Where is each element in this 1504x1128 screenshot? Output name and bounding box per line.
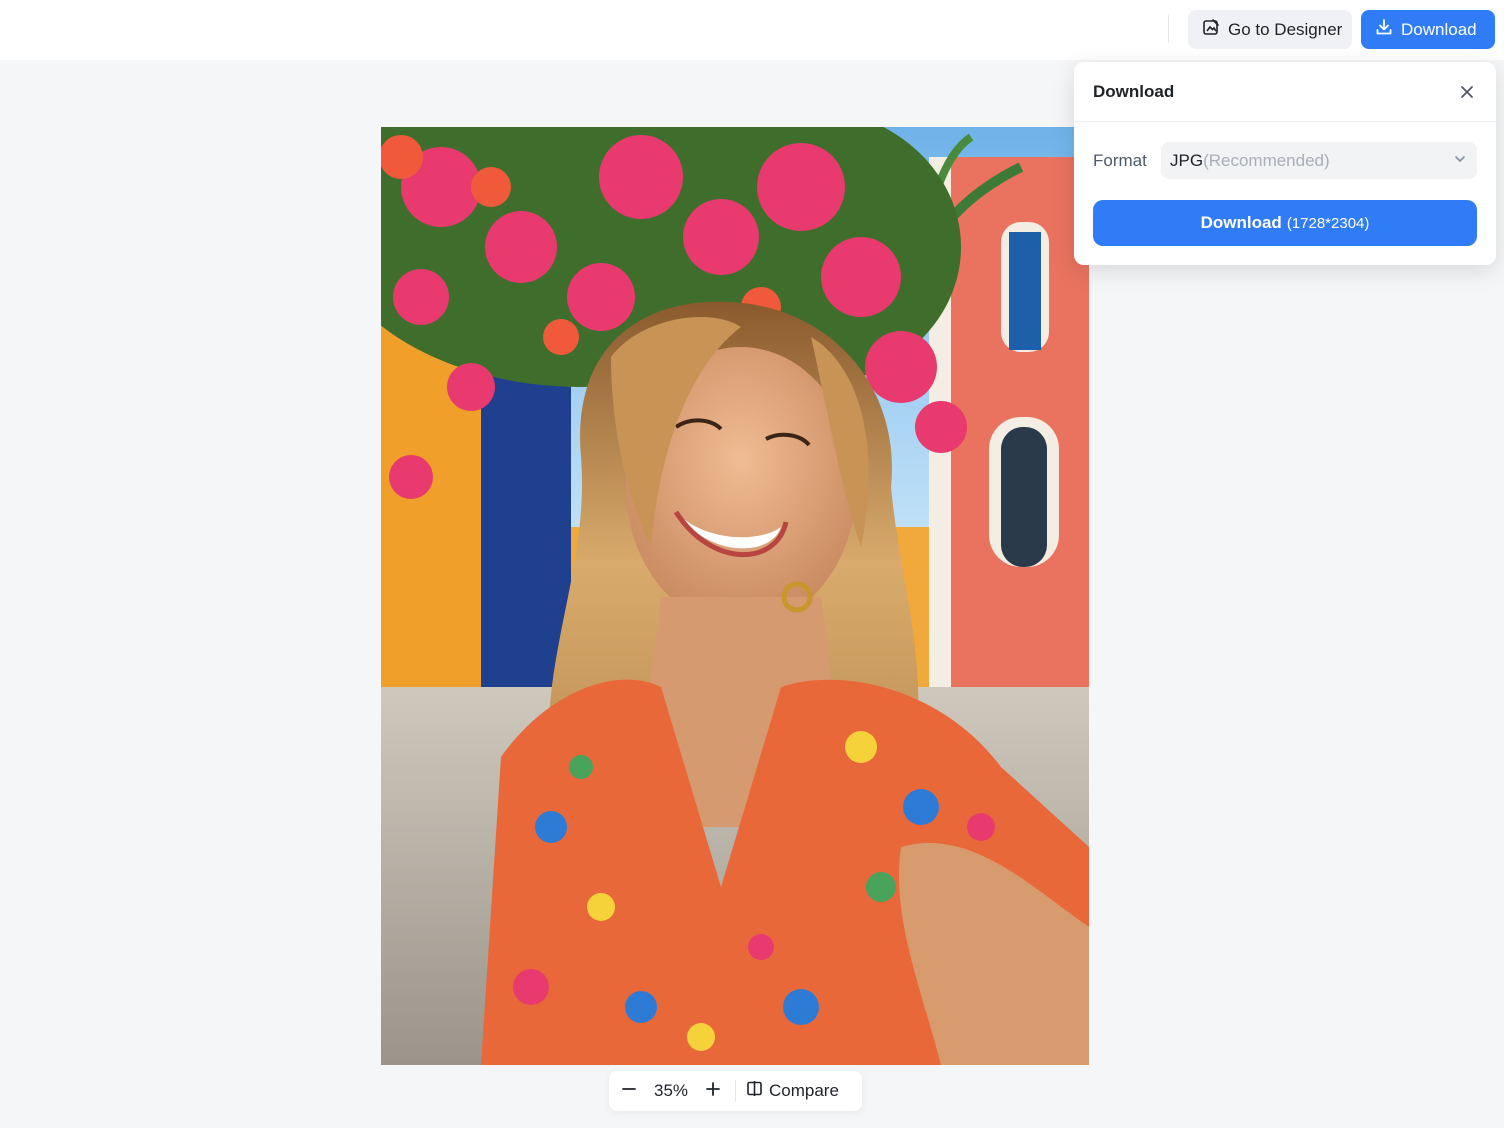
- zoom-out-button[interactable]: [609, 1071, 649, 1111]
- chevron-down-icon: [1453, 151, 1467, 171]
- result-image: [381, 127, 1089, 1065]
- zoom-separator: [735, 1080, 736, 1102]
- go-to-designer-button[interactable]: Go to Designer: [1188, 10, 1352, 49]
- zoom-value: 35%: [653, 1081, 689, 1100]
- format-label: Format: [1093, 150, 1147, 170]
- download-icon: [1375, 18, 1393, 41]
- format-select[interactable]: JPG(Recommended): [1161, 142, 1477, 179]
- format-hint: (Recommended): [1203, 150, 1330, 170]
- download-button-label: Download: [1401, 19, 1477, 39]
- toolbar-divider: [1168, 15, 1169, 43]
- format-row: Format JPG(Recommended): [1093, 142, 1477, 179]
- compare-icon: [746, 1080, 763, 1102]
- minus-icon: [621, 1081, 637, 1102]
- format-value: JPG: [1170, 150, 1204, 170]
- download-panel-title: Download: [1093, 81, 1175, 101]
- download-panel: Download Format JPG(Recommended) Downloa…: [1074, 62, 1496, 265]
- top-bar: Go to Designer Download: [0, 0, 1504, 60]
- plus-icon: [705, 1081, 721, 1102]
- download-dimensions: (1728*2304): [1286, 214, 1370, 232]
- zoom-in-button[interactable]: [693, 1071, 733, 1111]
- close-icon[interactable]: [1456, 81, 1478, 103]
- download-panel-header: Download: [1074, 62, 1496, 122]
- edit-image-icon: [1202, 18, 1220, 41]
- download-button[interactable]: Download: [1361, 10, 1495, 49]
- confirm-download-label: Download: [1200, 213, 1282, 232]
- compare-button[interactable]: Compare: [746, 1080, 839, 1102]
- compare-label: Compare: [769, 1081, 839, 1100]
- zoom-toolbar: 35% Compare: [609, 1071, 862, 1111]
- go-to-designer-label: Go to Designer: [1228, 19, 1343, 39]
- confirm-download-button[interactable]: Download (1728*2304): [1093, 200, 1477, 246]
